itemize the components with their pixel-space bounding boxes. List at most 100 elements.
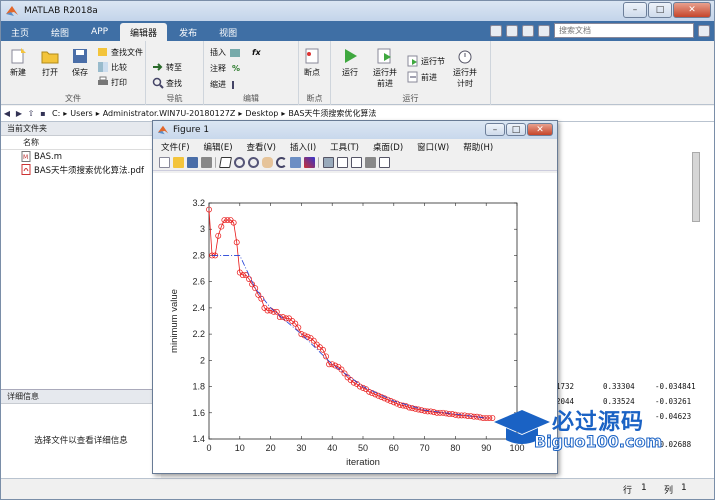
forward-arrow-icon[interactable]: ▶: [13, 109, 25, 118]
x-tick-label: 0: [206, 443, 211, 453]
file-name: BAS天牛须搜索优化算法.pdf: [34, 165, 145, 176]
rotate-3d-icon[interactable]: [276, 157, 287, 168]
save-figure-icon[interactable]: [187, 157, 198, 168]
figure-menu-bar: 文件(F) 编辑(E) 查看(V) 插入(I) 工具(T) 桌面(D) 窗口(W…: [153, 139, 557, 155]
advance-button[interactable]: 前进: [407, 71, 437, 83]
name-column-header[interactable]: 名称: [1, 136, 160, 150]
insert-label: 插入: [210, 48, 226, 57]
back-arrow-icon[interactable]: ◀: [1, 109, 13, 118]
run-advance-label: 运行并 前进: [373, 68, 397, 88]
up-folder-icon[interactable]: ⇧: [25, 109, 37, 118]
show-tools-icon[interactable]: [379, 157, 390, 168]
save-button[interactable]: 保存: [71, 47, 89, 78]
x-axis-label: iteration: [346, 457, 380, 468]
find-files-button[interactable]: 查找文件: [97, 46, 143, 58]
breadcrumb-admin[interactable]: Administrator.WIN7U-20180127Z: [103, 109, 236, 118]
indent-button[interactable]: 缩进: [210, 79, 242, 90]
quick-redo-icon[interactable]: [522, 24, 534, 37]
workspace-value: 0.33304: [603, 382, 635, 391]
details-panel: 详细信息 选择文件以查看详细信息: [1, 389, 161, 487]
file-group-label: 文件: [65, 94, 81, 103]
run-advance-button[interactable]: 运行并 前进: [373, 47, 397, 89]
compare-button[interactable]: 比较: [97, 61, 127, 73]
insert-button[interactable]: 插入 fx: [210, 47, 261, 58]
menu-tools[interactable]: 工具(T): [330, 141, 359, 153]
tab-publish[interactable]: 发布: [169, 23, 207, 41]
breakpoint-icon: [305, 48, 319, 64]
figure-toolbar: [153, 155, 557, 171]
brush-icon[interactable]: [304, 157, 315, 168]
y-tick-label: 2.6: [192, 277, 205, 287]
run-section-button[interactable]: 运行节: [407, 55, 445, 67]
advance-icon: [407, 71, 418, 83]
indent-icon: [232, 80, 242, 89]
run-button[interactable]: 运行: [341, 47, 359, 78]
window-title: MATLAB R2018a: [24, 6, 98, 16]
y-tick-label: 2: [200, 355, 205, 365]
tab-apps[interactable]: APP: [81, 23, 118, 41]
menu-help[interactable]: 帮助(H): [463, 141, 493, 153]
pointer-icon[interactable]: [219, 157, 232, 168]
figure-minimize-button[interactable]: –: [485, 123, 505, 136]
menu-window[interactable]: 窗口(W): [417, 141, 449, 153]
print-figure-icon[interactable]: [201, 157, 212, 168]
help-icon[interactable]: [538, 24, 550, 37]
col-label: 列: [664, 486, 674, 496]
workspace-scrollbar[interactable]: [692, 152, 700, 222]
pan-hand-icon[interactable]: [262, 157, 273, 168]
y-tick-label: 3: [200, 224, 205, 234]
zoom-in-icon[interactable]: [234, 157, 245, 168]
menu-desktop[interactable]: 桌面(D): [373, 141, 403, 153]
open-button[interactable]: 打开: [41, 47, 59, 78]
open-file-icon[interactable]: [173, 157, 184, 168]
percent-icon: %: [232, 64, 241, 73]
zoom-out-icon[interactable]: [248, 157, 259, 168]
find-button[interactable]: 查找: [152, 77, 182, 89]
link-plot-icon[interactable]: [323, 157, 334, 168]
run-group-label: 运行: [402, 94, 419, 103]
comment-button[interactable]: 注释%: [210, 63, 240, 74]
file-row[interactable]: M BAS.m: [1, 150, 160, 163]
tab-plots[interactable]: 绘图: [41, 23, 79, 41]
data-cursor-icon[interactable]: [290, 157, 301, 168]
figure-maximize-button[interactable]: □: [506, 123, 526, 136]
breadcrumb-users[interactable]: Users: [70, 109, 92, 118]
bell-icon[interactable]: [698, 24, 710, 37]
quick-save-icon[interactable]: [490, 24, 502, 37]
menu-view[interactable]: 查看(V): [247, 141, 276, 153]
close-button[interactable]: ✕: [673, 2, 711, 18]
details-message: 选择文件以查看详细信息: [34, 436, 128, 446]
find-files-icon: [98, 48, 107, 56]
quick-undo-icon[interactable]: [506, 24, 518, 37]
breadcrumb-desktop[interactable]: Desktop: [245, 109, 278, 118]
breadcrumb-drive[interactable]: C:: [52, 109, 60, 118]
tab-view[interactable]: 视图: [209, 23, 247, 41]
print-button[interactable]: 打印: [97, 76, 127, 88]
new-button[interactable]: 新建: [9, 47, 27, 78]
edit-group-label: 编辑: [243, 94, 259, 103]
tab-home[interactable]: 主页: [1, 23, 39, 41]
file-group: 新建 打开 保存 查找文件 比较 打印 文件: [1, 41, 146, 105]
menu-file[interactable]: 文件(F): [161, 141, 190, 153]
search-docs-input[interactable]: 搜索文档: [554, 23, 694, 38]
maximize-button[interactable]: □: [648, 2, 672, 18]
new-figure-icon[interactable]: [159, 157, 170, 168]
run-label: 运行: [342, 68, 358, 77]
file-row[interactable]: BAS天牛须搜索优化算法.pdf: [1, 163, 160, 176]
run-and-time-button[interactable]: 运行并 计时: [453, 47, 477, 89]
goto-button[interactable]: 转至: [152, 61, 182, 73]
browse-folder-icon[interactable]: ▪: [37, 109, 49, 118]
menu-insert[interactable]: 插入(I): [290, 141, 316, 153]
menu-edit[interactable]: 编辑(E): [204, 141, 233, 153]
minimize-button[interactable]: –: [623, 2, 647, 18]
figure-close-button[interactable]: ✕: [527, 123, 553, 136]
folder-icon: [41, 51, 59, 64]
breakpoints-button[interactable]: 断点: [303, 47, 321, 78]
breadcrumb-folder[interactable]: BAS天牛须搜索优化算法: [288, 108, 376, 119]
tab-editor[interactable]: 编辑器: [120, 23, 168, 41]
legend-icon[interactable]: [351, 157, 362, 168]
hide-tools-icon[interactable]: [365, 157, 376, 168]
col-value: 1: [681, 483, 687, 493]
colorbar-icon[interactable]: [337, 157, 348, 168]
run-section-label: 运行节: [421, 56, 445, 66]
